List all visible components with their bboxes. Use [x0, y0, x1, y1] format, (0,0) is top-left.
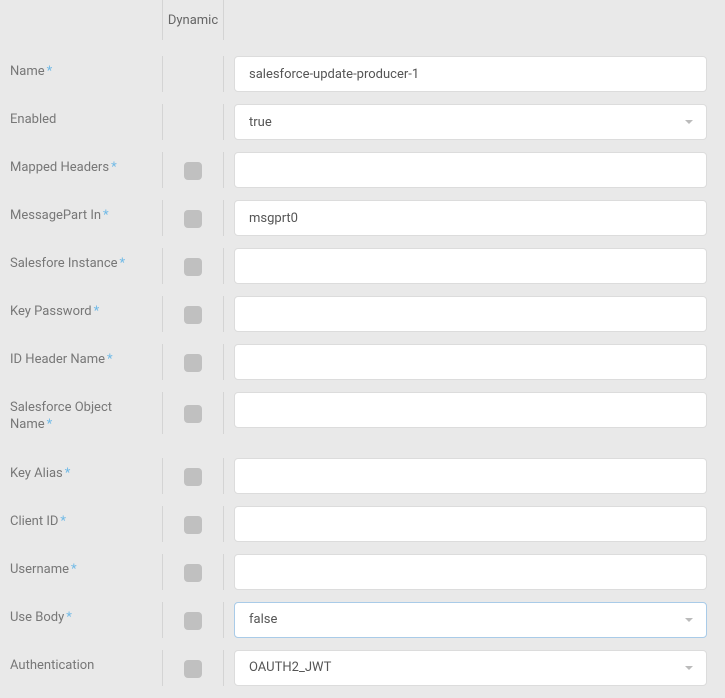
use-body-select-value: false — [249, 612, 277, 627]
dynamic-cell-salesforce-instance — [162, 248, 224, 284]
key-alias-dynamic-checkbox[interactable] — [184, 468, 202, 486]
required-indicator: * — [94, 304, 100, 319]
dynamic-cell-mapped-headers — [162, 152, 224, 188]
dynamic-cell-client-id — [162, 506, 224, 542]
messagepart-in-dynamic-checkbox[interactable] — [184, 210, 202, 228]
row-authentication: Authentication OAUTH2_JWT — [0, 644, 725, 692]
mapped-headers-dynamic-checkbox[interactable] — [184, 162, 202, 180]
label-messagepart-in: MessagePart In* — [0, 200, 162, 225]
enabled-select-value: true — [249, 115, 272, 130]
row-messagepart-in: MessagePart In* — [0, 194, 725, 242]
authentication-select[interactable]: OAUTH2_JWT — [234, 650, 707, 686]
authentication-dynamic-checkbox[interactable] — [184, 660, 202, 678]
label-id-header-name: ID Header Name* — [0, 344, 162, 369]
use-body-dynamic-checkbox[interactable] — [184, 612, 202, 630]
key-alias-input[interactable] — [234, 458, 707, 494]
label-mapped-headers: Mapped Headers* — [0, 152, 162, 177]
label-authentication: Authentication — [0, 650, 162, 675]
required-indicator: * — [103, 208, 109, 223]
required-indicator: * — [65, 466, 71, 481]
label-salesforce-instance: Salesfore Instance* — [0, 248, 162, 273]
label-enabled: Enabled — [0, 104, 162, 129]
label-use-body: Use Body* — [0, 602, 162, 627]
row-enabled: Enabled true — [0, 98, 725, 146]
row-salesforce-instance: Salesfore Instance* — [0, 242, 725, 290]
username-input[interactable] — [234, 554, 707, 590]
required-indicator: * — [66, 610, 72, 625]
label-salesforce-object-name: Salesforce Object Name* — [0, 392, 162, 434]
salesforce-instance-dynamic-checkbox[interactable] — [184, 258, 202, 276]
row-mapped-headers: Mapped Headers* — [0, 146, 725, 194]
dynamic-cell-salesforce-object-name — [162, 392, 224, 434]
dynamic-cell-key-alias — [162, 458, 224, 494]
row-username: Username* — [0, 548, 725, 596]
row-name: Name* — [0, 50, 725, 98]
required-indicator: * — [60, 514, 66, 529]
client-id-input[interactable] — [234, 506, 707, 542]
salesforce-object-name-input[interactable] — [234, 392, 707, 428]
required-indicator: * — [111, 160, 117, 175]
required-indicator: * — [107, 352, 113, 367]
row-salesforce-object-name: Salesforce Object Name* — [0, 386, 725, 440]
dynamic-cell-enabled — [162, 104, 224, 140]
client-id-dynamic-checkbox[interactable] — [184, 516, 202, 534]
dynamic-cell-use-body — [162, 602, 224, 638]
dynamic-cell-key-password — [162, 296, 224, 332]
authentication-select-value: OAUTH2_JWT — [249, 660, 331, 675]
dynamic-cell-authentication — [162, 650, 224, 686]
messagepart-in-input[interactable] — [234, 200, 707, 236]
dynamic-column-header: Dynamic — [168, 13, 218, 28]
row-key-password: Key Password* — [0, 290, 725, 338]
id-header-name-dynamic-checkbox[interactable] — [184, 354, 202, 372]
salesforce-instance-input[interactable] — [234, 248, 707, 284]
label-username: Username* — [0, 554, 162, 579]
dynamic-cell-username — [162, 554, 224, 590]
name-input[interactable] — [234, 56, 707, 92]
form-rows: Name* Enabled true — [0, 40, 725, 692]
use-body-select[interactable]: false — [234, 602, 707, 638]
row-id-header-name: ID Header Name* — [0, 338, 725, 386]
required-indicator: * — [120, 256, 126, 271]
dynamic-cell-id-header-name — [162, 344, 224, 380]
dynamic-cell-messagepart-in — [162, 200, 224, 236]
form-container: Dynamic Name* Enabled true — [0, 0, 725, 698]
label-key-password: Key Password* — [0, 296, 162, 321]
dynamic-cell-name — [162, 56, 224, 92]
salesforce-object-name-dynamic-checkbox[interactable] — [184, 405, 202, 423]
required-indicator: * — [71, 562, 77, 577]
mapped-headers-input[interactable] — [234, 152, 707, 188]
id-header-name-input[interactable] — [234, 344, 707, 380]
key-password-input[interactable] — [234, 296, 707, 332]
row-use-body: Use Body* false — [0, 596, 725, 644]
required-indicator: * — [47, 417, 53, 432]
row-client-id: Client ID* — [0, 500, 725, 548]
username-dynamic-checkbox[interactable] — [184, 564, 202, 582]
row-key-alias: Key Alias* — [0, 452, 725, 500]
label-name: Name* — [0, 56, 162, 81]
header-row: Dynamic — [0, 0, 725, 40]
required-indicator: * — [47, 64, 53, 79]
enabled-select[interactable]: true — [234, 104, 707, 140]
dynamic-column-header-wrap: Dynamic — [162, 0, 224, 40]
label-client-id: Client ID* — [0, 506, 162, 531]
key-password-dynamic-checkbox[interactable] — [184, 306, 202, 324]
label-key-alias: Key Alias* — [0, 458, 162, 483]
